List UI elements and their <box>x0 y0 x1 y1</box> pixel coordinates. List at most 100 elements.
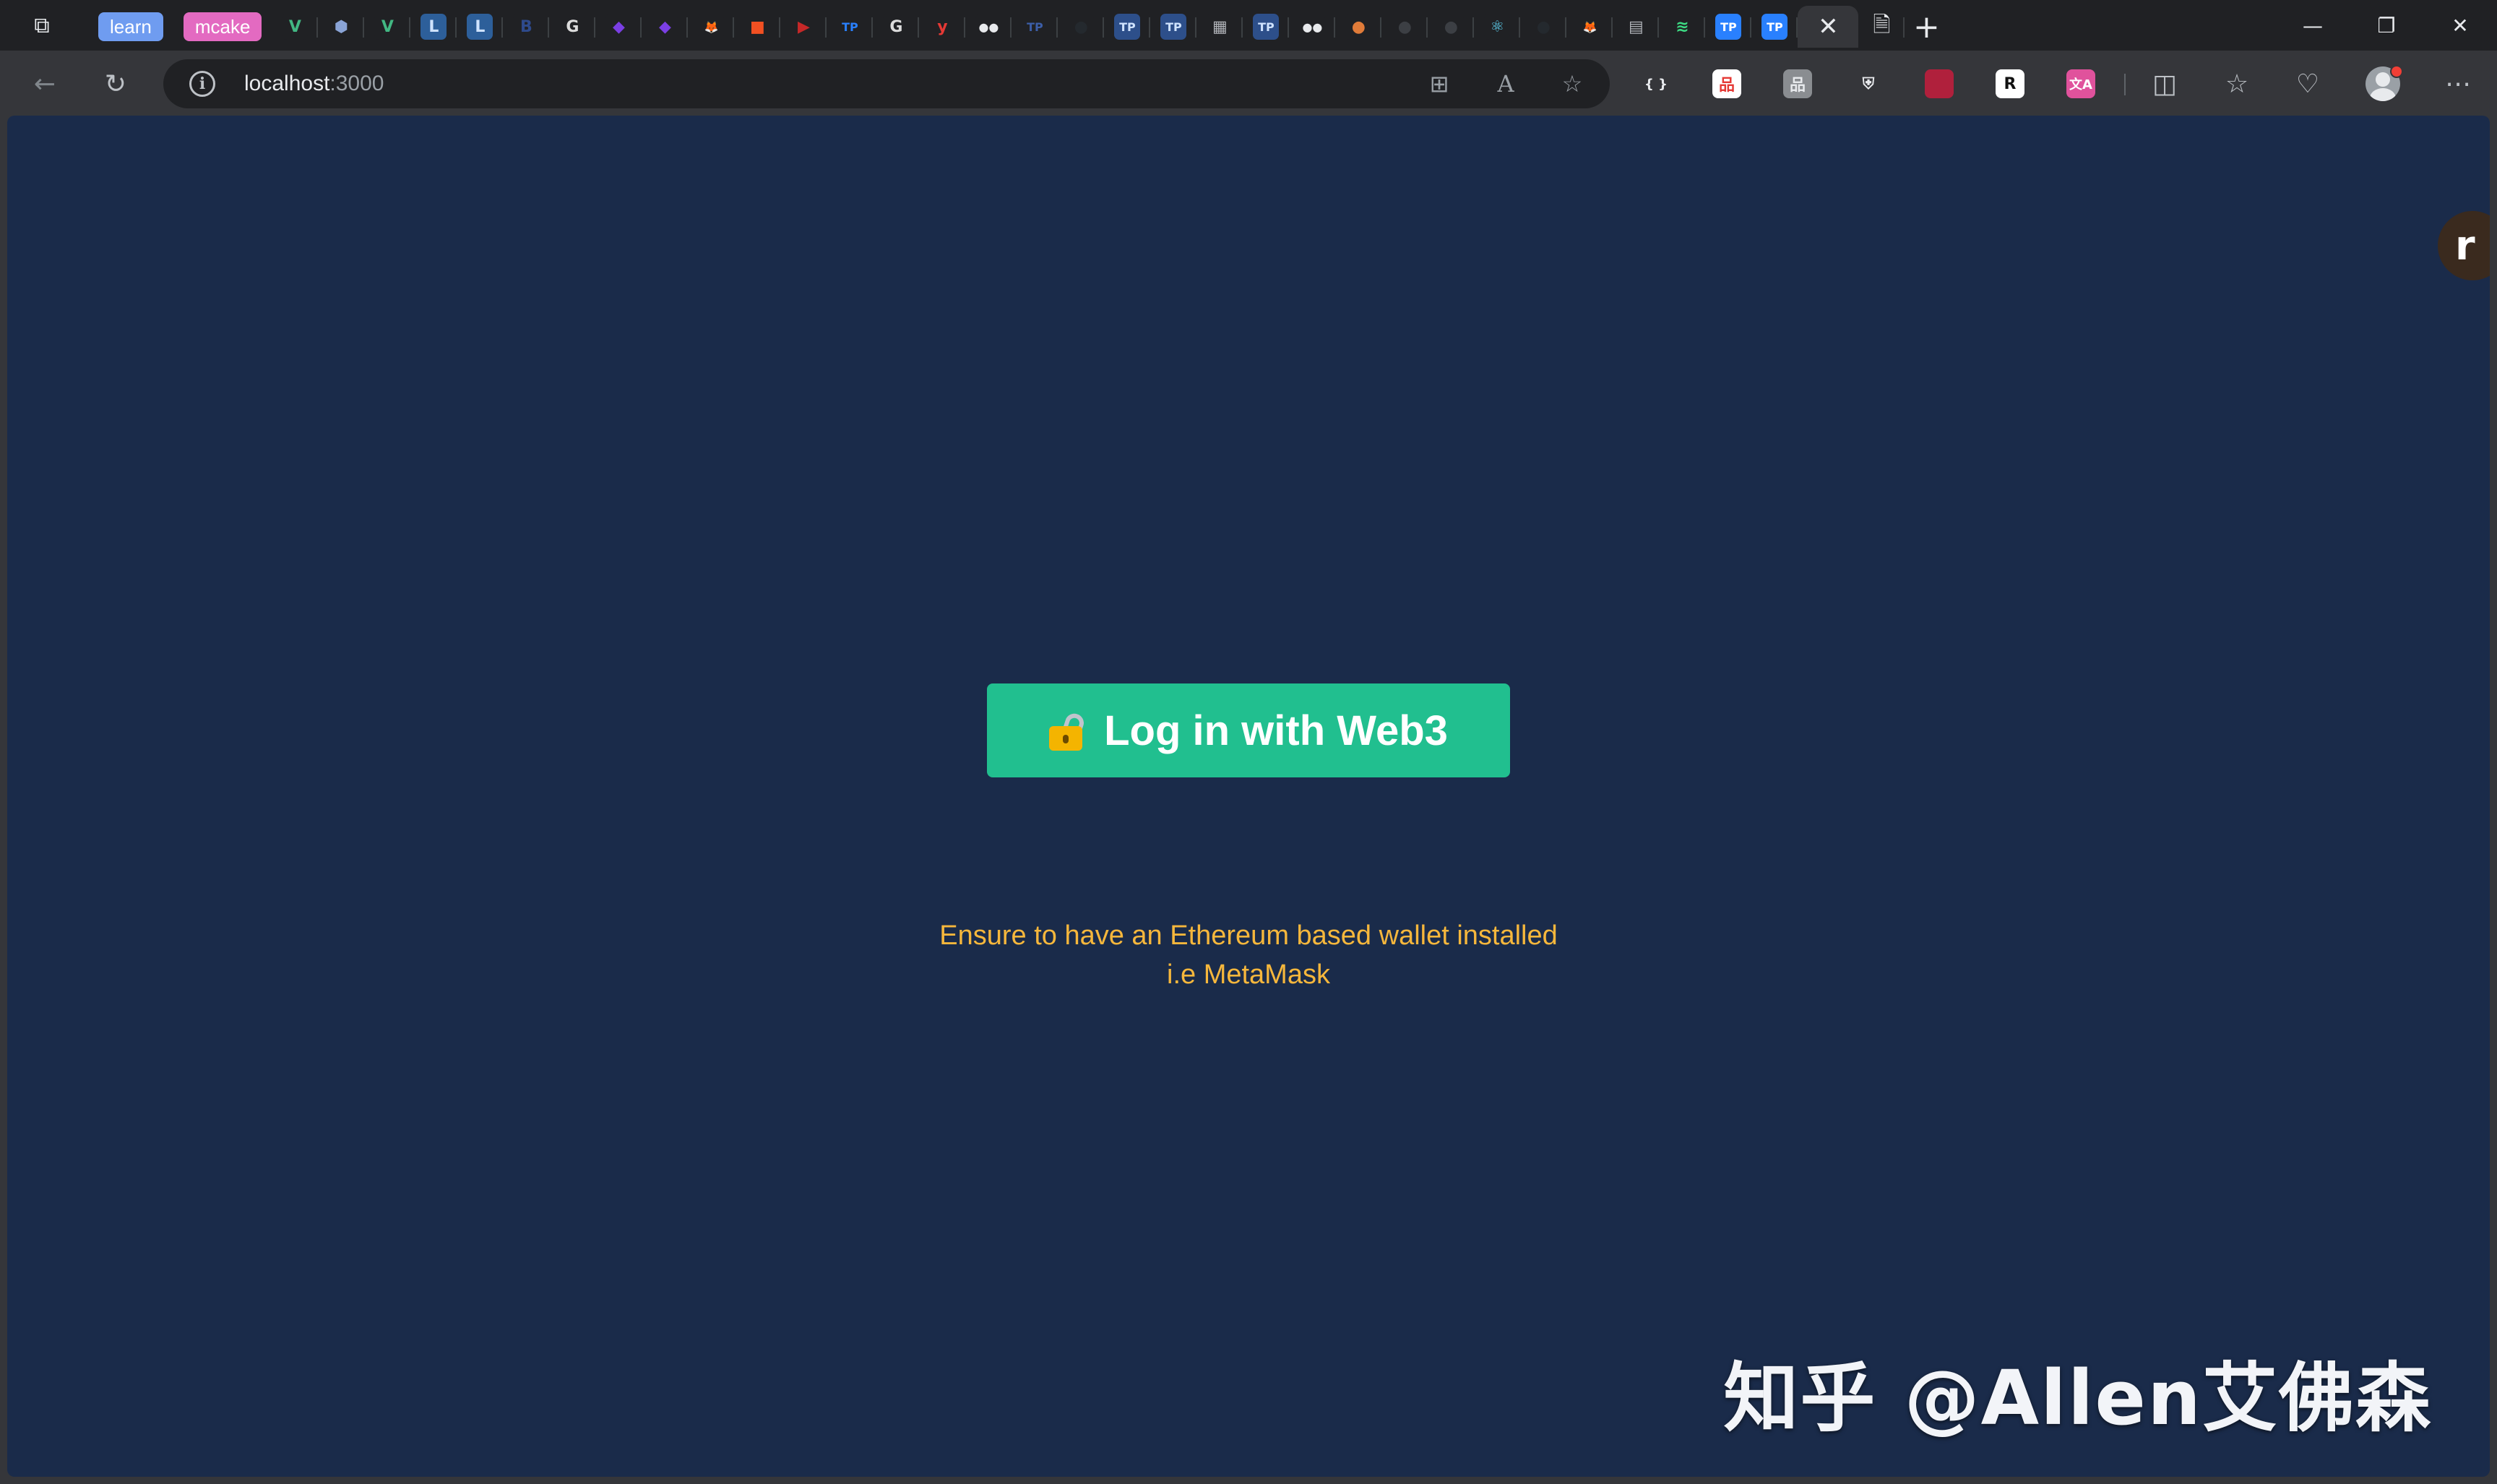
tab-group-mcake[interactable]: mcake <box>173 6 272 48</box>
browser-tab[interactable]: 🦊 <box>1566 6 1613 48</box>
hexagon-purple-icon: ◆ <box>652 14 678 40</box>
tp-wallet-icon: TP <box>1715 14 1742 40</box>
browser-tab[interactable]: ● <box>1520 6 1567 48</box>
minimize-button[interactable]: — <box>2276 0 2350 51</box>
favorites-list-icon[interactable]: ☆ <box>2220 66 2254 101</box>
hexagon-purple-icon: ◆ <box>605 14 632 40</box>
browser-tab[interactable]: ◆ <box>595 6 642 48</box>
browser-tab[interactable]: ● <box>1428 6 1475 48</box>
extension-grey-icon[interactable]: 品 <box>1783 69 1812 98</box>
close-window-button[interactable]: ✕ <box>2423 0 2497 51</box>
back-arrow-icon[interactable]: ← <box>27 66 62 101</box>
tab-active-localhost[interactable]: ✕ <box>1798 6 1859 48</box>
wallet-hint-line: Ensure to have an Ethereum based wallet … <box>939 920 1558 951</box>
browser-tab[interactable]: L <box>410 6 457 48</box>
browser-tab[interactable]: ⬢ <box>318 6 365 48</box>
shield-icon[interactable]: ⛨ <box>1854 69 1883 98</box>
browser-tab[interactable]: TP <box>1104 6 1151 48</box>
tab-actions-menu-icon[interactable]: ⧉ <box>22 10 62 42</box>
split-screen-icon[interactable]: ◫ <box>2147 66 2182 101</box>
github-icon: ● <box>1438 14 1465 40</box>
translate-icon[interactable]: 文A <box>2066 69 2095 98</box>
browser-tab[interactable]: ●● <box>1289 6 1336 48</box>
browser-tab[interactable]: V <box>364 6 411 48</box>
metamask-fox-icon: 🦊 <box>698 14 725 40</box>
page-viewport: Log in with Web3 Ensure to have an Ether… <box>0 116 2497 1484</box>
browser-tab[interactable]: V <box>272 6 319 48</box>
tp-wallet-icon: TP <box>1022 14 1048 40</box>
app-available-icon[interactable]: ⊞ <box>1425 69 1454 98</box>
browser-tab[interactable]: TP <box>1150 6 1197 48</box>
browser-tab[interactable]: TP <box>1705 6 1752 48</box>
browser-essentials-icon[interactable]: ♡ <box>2290 66 2325 101</box>
url-port: :3000 <box>329 72 384 95</box>
react-icon: ⚛ <box>1484 14 1511 40</box>
unlocked-padlock-icon <box>1049 710 1087 751</box>
app-orange-icon: ● <box>1345 14 1372 40</box>
browser-tab[interactable]: TP <box>1012 6 1058 48</box>
browser-tab[interactable]: G <box>873 6 920 48</box>
browser-tab[interactable]: ◆ <box>642 6 689 48</box>
letter-r-icon[interactable]: R <box>1996 69 2024 98</box>
login-web3-button[interactable]: Log in with Web3 <box>987 683 1510 777</box>
browser-tab[interactable]: 🦊 <box>688 6 735 48</box>
url-host: localhost <box>244 72 330 95</box>
toolbar-separator <box>2124 74 2126 95</box>
browser-tab[interactable]: ●● <box>965 6 1012 48</box>
browser-tab[interactable]: ■ <box>734 6 781 48</box>
tab-strip: ⧉ learn mcake V ⬢ V L L B G ◆ ◆ 🦊 ■ ▶ TP Gy ●● TP ● TP TP ▦… <box>0 0 2497 51</box>
restore-button[interactable]: ❐ <box>2350 0 2423 51</box>
browser-tab[interactable]: ≋ <box>1659 6 1706 48</box>
browser-tab[interactable]: ⚛ <box>1474 6 1521 48</box>
favorite-star-icon[interactable]: ☆ <box>1558 69 1587 98</box>
watermark-text: 知乎 @Allen艾佛森 <box>1723 1354 2432 1442</box>
browser-tab[interactable]: ▶ <box>780 6 827 48</box>
tp-wallet-icon: TP <box>1253 14 1280 40</box>
medium-icon: ●● <box>975 14 1002 40</box>
feather-icon: ≋ <box>1669 14 1696 40</box>
tab-row: learn mcake V ⬢ V L L B G ◆ ◆ 🦊 ■ ▶ TP Gy ●● TP ● TP TP ▦ TP… <box>88 4 1948 49</box>
site-info-icon[interactable]: i <box>189 71 215 97</box>
tab-group-learn[interactable]: learn <box>88 6 173 48</box>
vue-icon: V <box>374 14 401 40</box>
store-icon: ▦ <box>1207 14 1233 40</box>
side-assistant-avatar[interactable]: r <box>2438 211 2490 280</box>
google-icon: G <box>883 14 910 40</box>
new-tab-button[interactable]: + <box>1905 6 1948 48</box>
microsoft-icon: ■ <box>744 14 771 40</box>
window-controls: — ❐ ✕ <box>2276 0 2497 51</box>
extension-crimson-icon[interactable]: ■ <box>1925 69 1954 98</box>
browser-tab[interactable]: TP <box>1243 6 1290 48</box>
github-icon: ● <box>1392 14 1418 40</box>
browser-tab[interactable]: ● <box>1058 6 1105 48</box>
github-icon: ● <box>1068 14 1095 40</box>
tab-group-label: mcake <box>183 12 262 41</box>
metamask-fox-icon: 🦊 <box>1577 14 1603 40</box>
address-url[interactable]: localhost:3000 <box>244 59 384 108</box>
browser-tab[interactable]: ● <box>1381 6 1428 48</box>
browser-window: ⧉ learn mcake V ⬢ V L L B G ◆ ◆ 🦊 ■ ▶ TP Gy ●● TP ● TP TP ▦… <box>0 0 2497 1484</box>
tab-page-error[interactable]: 🗎 <box>1858 6 1905 48</box>
browser-tab[interactable]: L <box>457 6 504 48</box>
browser-tab[interactable]: TP <box>827 6 874 48</box>
browser-tab[interactable]: ● <box>1335 6 1382 48</box>
browser-tab[interactable]: ▦ <box>1196 6 1243 48</box>
extension-red-icon[interactable]: 品 <box>1712 69 1741 98</box>
browser-tab[interactable]: y <box>919 6 966 48</box>
cube-icon: ⬢ <box>328 14 355 40</box>
more-menu-icon[interactable]: ⋯ <box>2441 66 2475 101</box>
vue-icon: V <box>282 14 309 40</box>
json-braces-icon[interactable]: { } <box>1642 69 1670 98</box>
reload-icon[interactable]: ↻ <box>98 66 133 101</box>
notification-dot <box>2390 65 2403 78</box>
tp-wallet-icon: TP <box>1761 14 1788 40</box>
wallet-hint: Ensure to have an Ethereum based wallet … <box>887 916 1610 994</box>
tp-wallet-icon: TP <box>1160 14 1187 40</box>
read-aloud-icon[interactable]: A <box>1491 69 1520 98</box>
browser-tab[interactable]: TP <box>1751 6 1798 48</box>
browser-tab[interactable]: ▤ <box>1613 6 1660 48</box>
address-bar[interactable]: i localhost:3000 ⊞ A ☆ <box>163 59 1610 108</box>
browser-tab[interactable]: B <box>503 6 550 48</box>
browser-tab[interactable]: G <box>549 6 596 48</box>
close-icon[interactable]: ✕ <box>1818 12 1839 41</box>
